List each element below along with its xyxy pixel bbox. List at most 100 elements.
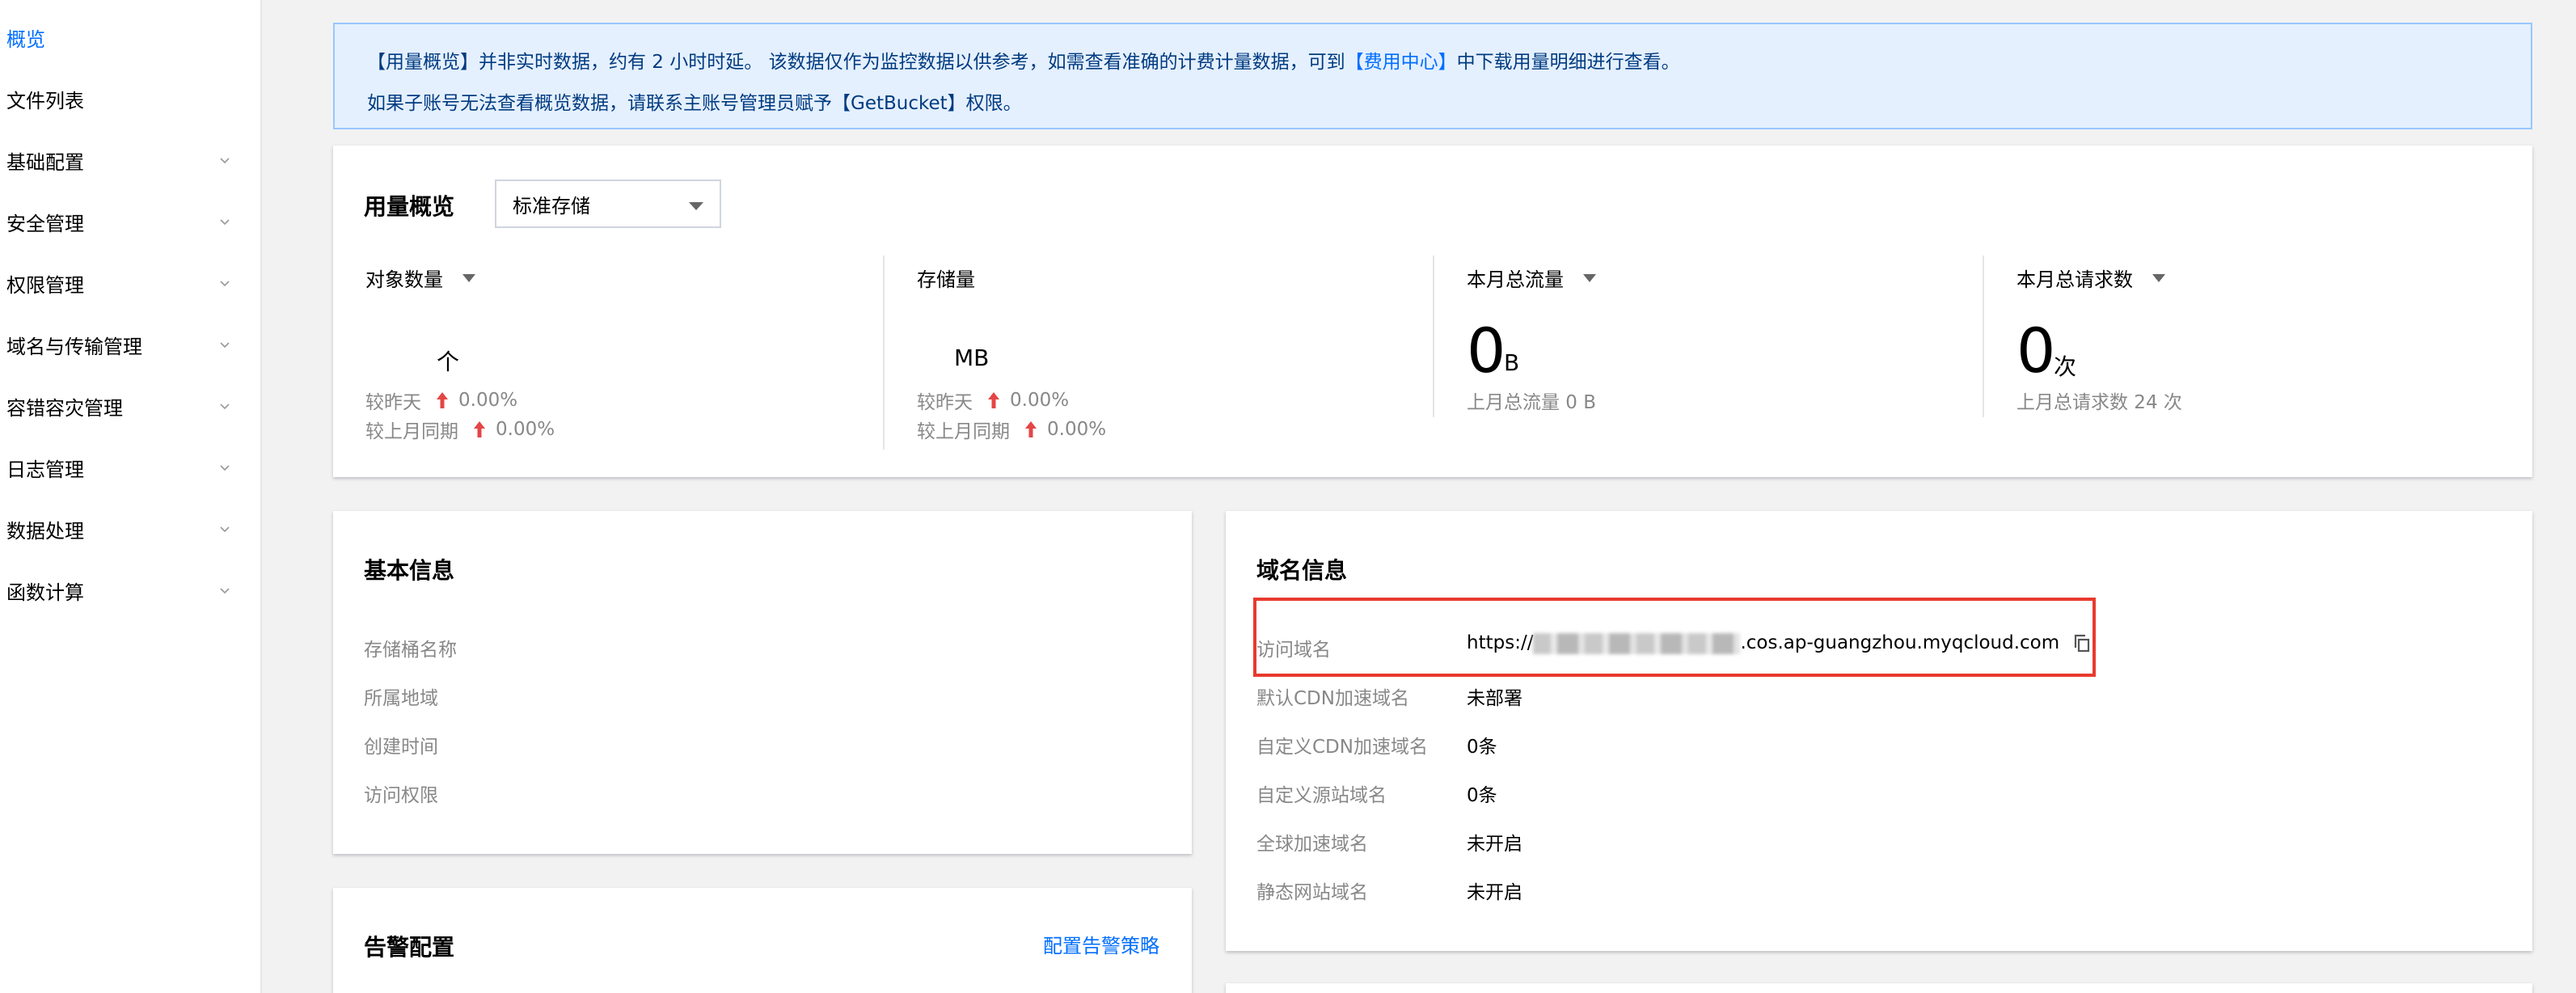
object-vs-yesterday: 较昨天 0.00% [365, 387, 517, 414]
usage-overview-card: 用量概览 标准存储 对象数量 个 较昨天 0.00% 较上月同期 0.00% 存… [333, 146, 2532, 477]
arrow-up-icon [988, 392, 999, 408]
caret-down-icon [1583, 273, 1596, 282]
notice-line-2: 如果子账号无法查看概览数据，请联系主账号管理员赋予【GetBucket】权限。 [367, 93, 1022, 114]
chevron-down-icon [220, 588, 230, 594]
global-acceleration-domain-value: 未开启 [1467, 834, 1522, 855]
alert-config-card: 告警配置 配置告警策略 [333, 888, 1192, 993]
stat-label-text: 对象数量 [365, 268, 443, 291]
sidebar-item-overview[interactable]: 概览 [0, 13, 260, 61]
custom-cdn-domain-label: 自定义CDN加速域名 [1256, 737, 1428, 758]
sidebar-item-label: 权限管理 [6, 273, 84, 297]
object-count-stat: 对象数量 个 较昨天 0.00% 较上月同期 0.00% [333, 256, 883, 450]
chevron-down-icon [220, 404, 230, 410]
last-month-traffic: 上月总流量 0 B [1467, 392, 1597, 413]
sidebar-item-label: 概览 [6, 27, 45, 51]
storage-amount-stat: 存储量 MB 较昨天 0.00% 较上月同期 0.00% [883, 256, 1433, 450]
chevron-down-icon [220, 219, 230, 226]
sidebar-item-label: 基础配置 [6, 150, 84, 174]
basic-info-title: 基本信息 [364, 557, 455, 584]
sidebar-item-label: 安全管理 [6, 212, 84, 235]
chevron-down-icon [220, 526, 230, 533]
sidebar-item-label: 文件列表 [6, 89, 84, 112]
alert-config-title: 告警配置 [364, 934, 455, 961]
monthly-requests-unit: 次 [2054, 353, 2077, 380]
sidebar-item-data-processing[interactable]: 数据处理 [0, 505, 260, 553]
compare-label: 较昨天 [917, 392, 973, 413]
compare-value: 0.00% [1010, 390, 1070, 411]
static-website-domain-label: 静态网站域名 [1256, 882, 1368, 903]
monthly-requests-value: 0 [2016, 315, 2056, 387]
arrow-up-icon [1025, 421, 1037, 437]
monthly-requests-stat: 本月总请求数 0 次 上月总请求数 24 次 [1983, 256, 2532, 417]
custom-origin-domain-label: 自定义源站域名 [1256, 785, 1387, 806]
compare-value: 0.00% [496, 419, 555, 440]
created-time-label: 创建时间 [364, 737, 438, 758]
chevron-down-icon [220, 281, 230, 287]
sidebar-item-permissions[interactable]: 权限管理 [0, 259, 260, 307]
sidebar-item-label: 函数计算 [6, 581, 84, 604]
next-card [1226, 983, 2532, 993]
basic-info-card: 基本信息 存储桶名称 所属地域 创建时间 访问权限 [333, 511, 1192, 854]
static-website-domain-value: 未开启 [1467, 882, 1522, 903]
storage-vs-last-month: 较上月同期 0.00% [917, 416, 1106, 443]
default-cdn-domain-value: 未部署 [1467, 688, 1522, 709]
compare-value: 0.00% [458, 390, 518, 411]
monthly-requests-label[interactable]: 本月总请求数 [2016, 264, 2165, 292]
stat-label-text: 本月总请求数 [2016, 268, 2133, 291]
monthly-traffic-unit: B [1504, 349, 1520, 376]
sidebar-item-logs[interactable]: 日志管理 [0, 443, 260, 492]
global-acceleration-domain-label: 全球加速域名 [1256, 834, 1368, 855]
object-count-unit: 个 [437, 349, 460, 375]
access-permission-label: 访问权限 [364, 785, 438, 806]
object-vs-last-month: 较上月同期 0.00% [365, 416, 555, 443]
storage-vs-yesterday: 较昨天 0.00% [917, 387, 1069, 414]
compare-label: 较昨天 [365, 392, 421, 413]
monthly-traffic-stat: 本月总流量 0 B 上月总流量 0 B [1433, 256, 1983, 417]
sidebar-item-label: 容错容灾管理 [6, 396, 123, 420]
compare-label: 较上月同期 [917, 421, 1010, 442]
region-label: 所属地域 [364, 688, 438, 709]
stat-label-text: 本月总流量 [1467, 268, 1564, 291]
access-domain-highlight-box [1253, 598, 2096, 677]
sidebar-item-basic-config[interactable]: 基础配置 [0, 136, 260, 184]
custom-cdn-domain-value: 0条 [1467, 737, 1497, 758]
storage-amount-unit: MB [954, 344, 990, 371]
last-month-requests: 上月总请求数 24 次 [2016, 392, 2182, 413]
usage-notice-banner: 【用量概览】并非实时数据，约有 2 小时时延。 该数据仅作为监控数据以供参考，如… [333, 23, 2532, 129]
custom-origin-domain-value: 0条 [1467, 785, 1497, 806]
storage-amount-label: 存储量 [917, 268, 975, 291]
chevron-down-icon [220, 465, 230, 471]
sidebar-item-domain-transfer[interactable]: 域名与传输管理 [0, 320, 260, 369]
sidebar-item-label: 域名与传输管理 [6, 335, 142, 358]
caret-down-icon [2152, 273, 2165, 282]
chevron-down-icon [220, 342, 230, 349]
monthly-traffic-label[interactable]: 本月总流量 [1467, 264, 1596, 292]
compare-value: 0.00% [1047, 419, 1107, 440]
monthly-traffic-value: 0 [1467, 315, 1506, 387]
chevron-down-icon [220, 158, 230, 164]
caret-down-icon [462, 273, 475, 282]
domain-info-card: 域名信息 访问域名 https://.cos.ap-guangzhou.myqc… [1226, 511, 2532, 951]
usage-overview-title: 用量概览 [364, 193, 455, 220]
sidebar-item-functions[interactable]: 函数计算 [0, 566, 260, 615]
sidebar-item-file-list[interactable]: 文件列表 [0, 74, 260, 123]
caret-down-icon [689, 202, 703, 210]
notice-text: 【用量概览】并非实时数据，约有 2 小时时延。 该数据仅作为监控数据以供参考，如… [367, 52, 1345, 73]
notice-text: 中下载用量明细进行查看。 [1456, 52, 1680, 73]
sidebar: 概览 文件列表 基础配置 安全管理 权限管理 域名与传输管理 容错容灾管理 日志… [0, 0, 262, 993]
storage-class-value: 标准存储 [513, 194, 590, 218]
compare-label: 较上月同期 [365, 421, 458, 442]
notice-line-1: 【用量概览】并非实时数据，约有 2 小时时延。 该数据仅作为监控数据以供参考，如… [367, 42, 2498, 83]
arrow-up-icon [437, 392, 448, 408]
storage-class-select[interactable]: 标准存储 [495, 180, 721, 228]
billing-center-link[interactable]: 【费用中心】 [1345, 52, 1457, 73]
bucket-name-label: 存储桶名称 [364, 640, 457, 661]
configure-alert-policy-link[interactable]: 配置告警策略 [1043, 930, 1159, 958]
sidebar-item-fault-tolerance[interactable]: 容错容灾管理 [0, 382, 260, 430]
sidebar-item-security[interactable]: 安全管理 [0, 197, 260, 246]
domain-info-title: 域名信息 [1256, 557, 1348, 584]
object-count-label[interactable]: 对象数量 [365, 264, 475, 292]
sidebar-item-label: 日志管理 [6, 458, 84, 481]
sidebar-item-label: 数据处理 [6, 519, 84, 543]
arrow-up-icon [474, 421, 485, 437]
